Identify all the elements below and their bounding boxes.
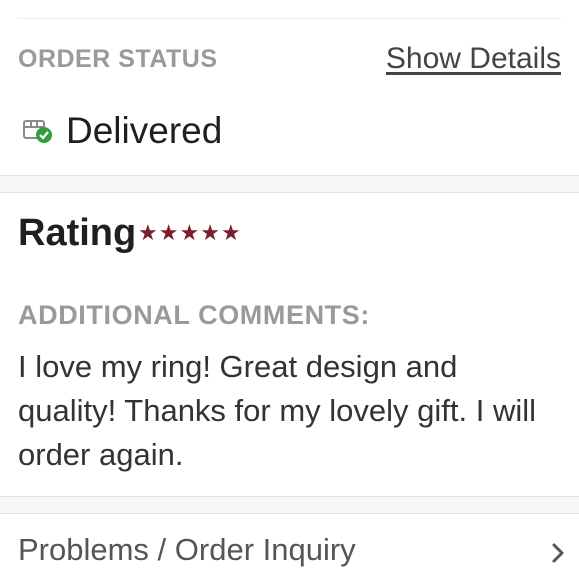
delivered-package-icon [22,117,54,145]
section-divider-bottom [0,496,579,514]
delivery-status: Delivered [18,110,418,154]
rating-row: Rating ★ ★ ★ ★ ★ [18,212,468,260]
comments-heading: ADDITIONAL COMMENTS: [18,300,370,330]
order-inquiry-label: Problems / Order Inquiry [18,532,356,567]
show-details-link[interactable]: Show Details [386,42,561,76]
rating-label: Rating [18,212,137,254]
star-icon: ★ [220,220,241,245]
status-text: Delivered [66,110,223,151]
order-inquiry-row[interactable]: Problems / Order Inquiry [0,514,579,580]
top-divider [18,18,561,19]
chevron-right-icon [551,542,565,564]
star-icon: ★ [179,220,200,245]
order-status-header: ORDER STATUS Show Details [18,40,561,84]
section-divider [0,175,579,193]
star-icon: ★ [138,220,158,245]
order-status-heading: ORDER STATUS [18,45,218,73]
rating-stars: ★ ★ ★ ★ ★ [138,220,241,246]
comments-text: I love my ring! Great design and quality… [18,349,536,472]
star-icon: ★ [158,220,179,245]
star-icon: ★ [200,220,220,245]
